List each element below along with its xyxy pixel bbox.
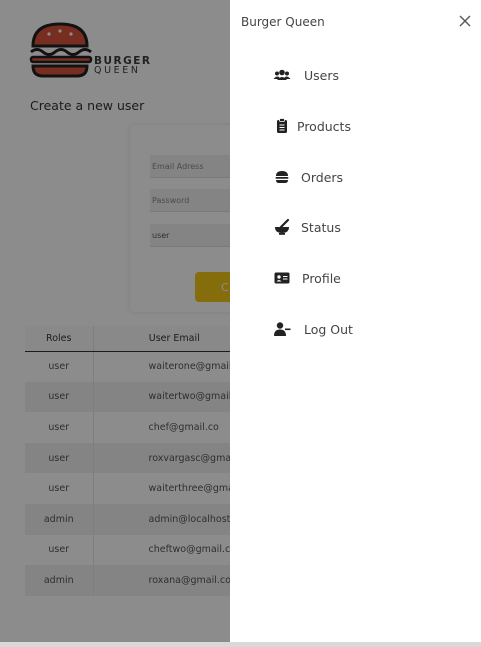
close-icon[interactable] [458, 14, 472, 28]
mortar-pestle-icon [275, 218, 290, 235]
nav-item-products[interactable]: Products [230, 109, 481, 143]
nav-item-logout[interactable]: Log Out [230, 312, 481, 346]
id-card-icon [274, 272, 290, 284]
nav-label-products: Products [297, 119, 351, 134]
bottom-scrollbar [0, 642, 481, 647]
clipboard-icon [277, 118, 287, 133]
nav-item-profile[interactable]: Profile [230, 261, 481, 295]
navigation-drawer: Burger Queen Users Products Orders Statu… [230, 0, 481, 642]
nav-label-profile: Profile [302, 271, 341, 286]
nav-label-logout: Log Out [304, 322, 353, 337]
nav-label-orders: Orders [301, 170, 344, 185]
user-minus-icon [274, 322, 291, 336]
users-icon [273, 69, 291, 80]
nav-label-status: Status [301, 220, 341, 235]
nav-item-orders[interactable]: Orders [230, 160, 481, 194]
drawer-title: Burger Queen [241, 15, 325, 29]
nav-label-users: Users [304, 68, 340, 83]
burger-icon [275, 171, 289, 183]
nav-item-users[interactable]: Users [230, 58, 481, 92]
nav-item-status[interactable]: Status [230, 210, 481, 244]
